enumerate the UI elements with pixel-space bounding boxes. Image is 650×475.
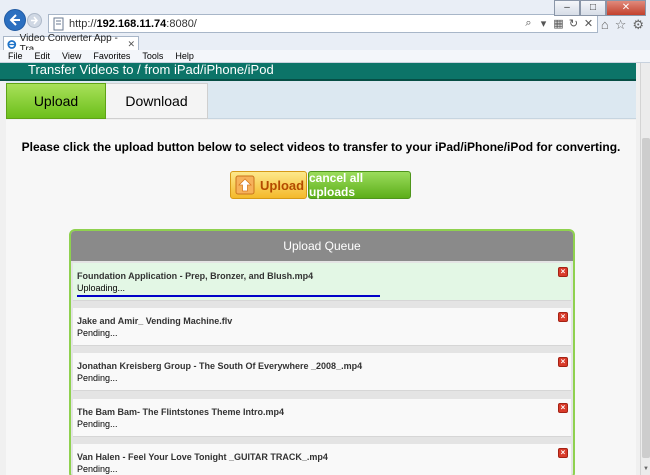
menu-file[interactable]: File (8, 50, 23, 62)
queue-title: Upload Queue (71, 231, 573, 261)
ie-logo-icon (7, 39, 17, 49)
dropdown-icon[interactable]: ▾ (538, 17, 549, 30)
url-text: http://192.168.11.74:8080/ (69, 17, 197, 30)
app-header: Transfer Videos to / from iPad/iPhone/iP… (0, 63, 636, 81)
forward-button[interactable] (27, 13, 42, 28)
page-viewport: Transfer Videos to / from iPad/iPhone/iP… (0, 63, 640, 475)
remove-item-icon[interactable]: × (558, 403, 568, 413)
remove-item-icon[interactable]: × (558, 357, 568, 367)
queue-item-filename: Van Halen - Feel Your Love Tonight _GUIT… (77, 452, 328, 462)
tab-upload[interactable]: Upload (6, 83, 106, 119)
queue-item-status: Pending... (77, 419, 118, 429)
minimize-button[interactable]: – (554, 0, 580, 16)
arrow-right-icon (31, 16, 38, 25)
menu-view[interactable]: View (62, 50, 81, 62)
maximize-button[interactable]: □ (580, 0, 606, 16)
menu-favorites[interactable]: Favorites (93, 50, 130, 62)
queue-item: Jake and Amir_ Vending Machine.flv Pendi… (73, 308, 571, 346)
queue-item-filename: Jake and Amir_ Vending Machine.flv (77, 316, 233, 326)
queue-item-filename: Foundation Application - Prep, Bronzer, … (77, 271, 314, 281)
upload-button-label: Upload (260, 177, 305, 193)
queue-item: The Bam Bam- The Flintstones Theme Intro… (73, 399, 571, 437)
search-icon[interactable]: ⌕ (523, 17, 534, 30)
queue-item-filename: Jonathan Kreisberg Group - The South Of … (77, 361, 363, 371)
queue-item: Jonathan Kreisberg Group - The South Of … (73, 353, 571, 391)
back-button[interactable] (4, 9, 26, 31)
queue-item-status: Uploading... (77, 283, 126, 293)
remove-item-icon[interactable]: × (558, 267, 568, 277)
upload-button[interactable]: Upload (230, 171, 307, 199)
stop-icon[interactable]: ✕ (583, 17, 594, 30)
page-icon (53, 17, 64, 30)
close-window-button[interactable]: ✕ (606, 0, 646, 16)
close-tab-icon[interactable]: ✕ (127, 39, 135, 50)
menu-bar: File Edit View Favorites Tools Help (0, 50, 650, 63)
queue-item-filename: The Bam Bam- The Flintstones Theme Intro… (77, 407, 285, 417)
compat-view-icon[interactable]: ▦ (553, 17, 564, 30)
queue-item-status: Pending... (77, 373, 118, 383)
instruction-text: Please click the upload button below to … (21, 140, 621, 154)
remove-item-icon[interactable]: × (558, 312, 568, 322)
menu-edit[interactable]: Edit (35, 50, 51, 62)
cancel-all-uploads-button[interactable]: cancel all uploads (308, 171, 411, 199)
refresh-icon[interactable]: ↻ (568, 17, 579, 30)
address-bar[interactable]: http://192.168.11.74:8080/ ⌕ ▾ ▦ ↻ ✕ (48, 14, 598, 33)
queue-item-status: Pending... (77, 328, 118, 338)
remove-item-icon[interactable]: × (558, 448, 568, 458)
browser-tab[interactable]: Video Converter App - Tra... ✕ (3, 33, 139, 55)
browser-tabstrip: Video Converter App - Tra... ✕ (0, 33, 650, 55)
upload-panel: Please click the upload button below to … (6, 120, 636, 475)
upload-arrow-icon (235, 175, 255, 195)
home-icon[interactable]: ⌂ (601, 17, 609, 33)
app-title: Transfer Videos to / from iPad/iPhone/iP… (28, 63, 274, 77)
queue-item: Foundation Application - Prep, Bronzer, … (73, 263, 571, 301)
queue-item: Van Halen - Feel Your Love Tonight _GUIT… (73, 444, 571, 475)
progress-bar (77, 295, 465, 297)
favorites-star-icon[interactable]: ☆ (615, 17, 627, 33)
menu-help[interactable]: Help (175, 50, 194, 62)
gear-icon[interactable]: ⚙ (632, 17, 644, 33)
app-tabs: Upload Download (6, 81, 636, 119)
scrollbar-thumb[interactable] (642, 138, 650, 458)
scroll-down-icon[interactable]: ▼ (642, 465, 650, 473)
menu-tools[interactable]: Tools (142, 50, 163, 62)
arrow-left-icon (9, 14, 20, 26)
tab-download[interactable]: Download (106, 83, 208, 119)
upload-queue: Upload Queue Foundation Application - Pr… (69, 229, 575, 475)
progress-bar-fill (77, 295, 380, 297)
page-scrollbar[interactable]: ▼ (640, 63, 650, 475)
queue-item-status: Pending... (77, 464, 118, 474)
browser-toolbar: http://192.168.11.74:8080/ ⌕ ▾ ▦ ↻ ✕ – □… (0, 0, 650, 36)
